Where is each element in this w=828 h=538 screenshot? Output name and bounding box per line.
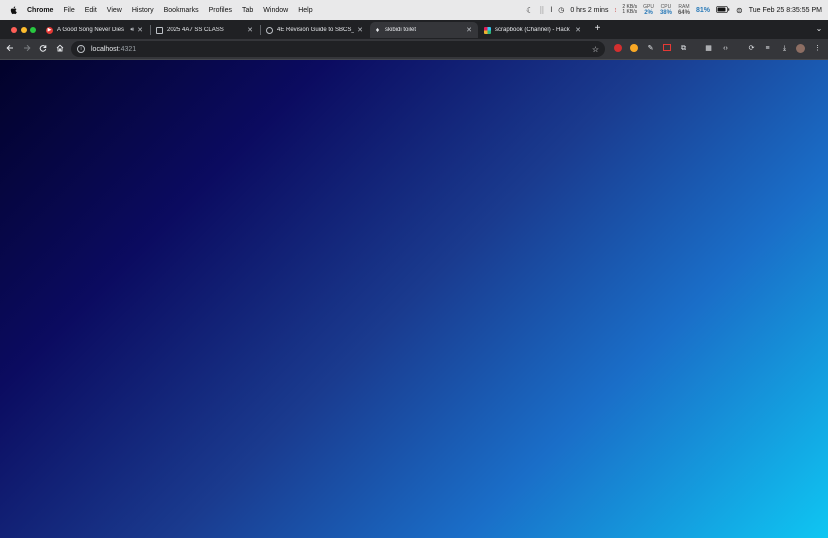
apple-menu-icon[interactable]: [9, 5, 19, 15]
site-info-icon[interactable]: i: [77, 45, 85, 53]
menu-tab[interactable]: Tab: [242, 7, 253, 14]
cpu-value: 38%: [659, 9, 672, 16]
rocket-icon: ♦: [375, 26, 380, 34]
tab-revision-guide[interactable]: 4E Revision Guide to SBCS_T ✕: [262, 22, 369, 38]
slides-icon: [156, 26, 163, 34]
menu-file[interactable]: File: [63, 7, 74, 14]
tab-ss-class[interactable]: 2025 4A7 SS CLASS ✕: [152, 22, 259, 38]
close-tab-icon[interactable]: ✕: [357, 26, 363, 34]
side-panel-icon[interactable]: ▦: [704, 44, 713, 53]
forward-button[interactable]: [21, 43, 33, 55]
tab-title: 4E Revision Guide to SBCS_T: [277, 27, 355, 33]
net-indicator-icon[interactable]: ⁝: [614, 7, 616, 14]
gpu-value: 2%: [644, 9, 653, 16]
tab-title: 2025 4A7 SS CLASS: [167, 27, 224, 33]
bookmark-star-icon[interactable]: ☆: [592, 45, 599, 54]
address-bar[interactable]: i localhost :4321 ☆: [71, 41, 605, 57]
cpu-stat[interactable]: CPU 38%: [659, 4, 672, 16]
page-viewport-gradient: [0, 60, 828, 538]
slack-icon: [484, 26, 491, 34]
close-tab-icon[interactable]: ✕: [575, 26, 581, 34]
extension-cookie-icon[interactable]: [629, 44, 638, 53]
close-window-button[interactable]: [11, 27, 17, 33]
refresh-sync-icon[interactable]: ⟳: [747, 44, 756, 53]
network-stats[interactable]: 2 KB/s 1 KB/s: [622, 5, 637, 15]
ram-stat[interactable]: RAM 64%: [677, 4, 690, 16]
tab-good-song[interactable]: ▶ A Good Song Never Dies 🔊︎ ✕: [42, 22, 149, 38]
globe-icon: [266, 26, 273, 34]
new-tab-button[interactable]: +: [592, 24, 603, 35]
timer-icon[interactable]: ◷: [558, 6, 564, 14]
back-button[interactable]: [4, 43, 16, 55]
youtube-music-icon: ▶: [46, 26, 53, 34]
close-tab-icon[interactable]: ✕: [137, 26, 143, 34]
menu-chrome[interactable]: Chrome: [27, 7, 53, 14]
tab-scrapbook[interactable]: scrapbook (Channel) - Hack ✕: [480, 22, 587, 38]
net-down: 1 KB/s: [622, 9, 638, 15]
minimize-window-button[interactable]: [21, 27, 27, 33]
code-icon[interactable]: ‹›: [721, 44, 730, 53]
tab-title: skibidi toilet: [385, 27, 417, 33]
url-host: localhost: [91, 45, 119, 53]
reading-list-icon[interactable]: ≡: [763, 44, 772, 53]
gpu-stat[interactable]: GPU 2%: [643, 4, 654, 16]
speaker-icon[interactable]: 🔊︎: [130, 27, 134, 34]
timer-text[interactable]: 0 hrs 2 mins: [570, 7, 608, 14]
tab-title: scrapbook (Channel) - Hack: [495, 27, 570, 33]
macos-menu-bar: Chrome File Edit View History Bookmarks …: [0, 0, 828, 20]
close-tab-icon[interactable]: ✕: [466, 26, 472, 34]
extensions-puzzle-icon[interactable]: ⧉: [679, 44, 688, 53]
battery-percent[interactable]: 81%: [696, 7, 710, 14]
clock[interactable]: Tue Feb 25 8:35:55 PM: [749, 7, 822, 14]
tab-separator: [150, 25, 151, 35]
menu-bookmarks[interactable]: Bookmarks: [164, 7, 199, 14]
extension-screen-icon[interactable]: [662, 44, 671, 53]
extension-tag-icon[interactable]: ✎: [646, 44, 655, 53]
menu-edit[interactable]: Edit: [85, 7, 97, 14]
menu-help[interactable]: Help: [298, 7, 312, 14]
menu-view[interactable]: View: [107, 7, 122, 14]
zoom-window-button[interactable]: [30, 27, 36, 33]
grid-icon[interactable]: ⣿: [539, 6, 544, 14]
menu-window[interactable]: Window: [263, 7, 288, 14]
extension-red-icon[interactable]: [613, 44, 622, 53]
close-tab-icon[interactable]: ✕: [247, 26, 253, 34]
tab-title: A Good Song Never Dies: [57, 27, 125, 33]
tab-search-chevron-icon[interactable]: ⌄: [814, 24, 824, 34]
thermometer-icon[interactable]: ǀ: [550, 7, 552, 14]
more-menu-icon[interactable]: ⋮: [813, 44, 822, 53]
ram-value: 64%: [677, 9, 690, 16]
battery-icon[interactable]: [716, 5, 730, 15]
home-button[interactable]: [54, 43, 66, 55]
url-port: :4321: [118, 45, 137, 53]
control-center-icon[interactable]: ⊜: [736, 6, 743, 15]
menu-profiles[interactable]: Profiles: [209, 7, 232, 14]
tab-skibidi-toilet[interactable]: ♦ skibidi toilet ✕: [370, 22, 478, 38]
tab-separator: [260, 25, 261, 35]
menu-history[interactable]: History: [132, 7, 154, 14]
reload-button[interactable]: [37, 43, 49, 55]
profile-avatar[interactable]: [796, 44, 805, 53]
download-icon[interactable]: ⤓: [780, 44, 789, 53]
moon-icon[interactable]: ☾: [526, 6, 533, 15]
